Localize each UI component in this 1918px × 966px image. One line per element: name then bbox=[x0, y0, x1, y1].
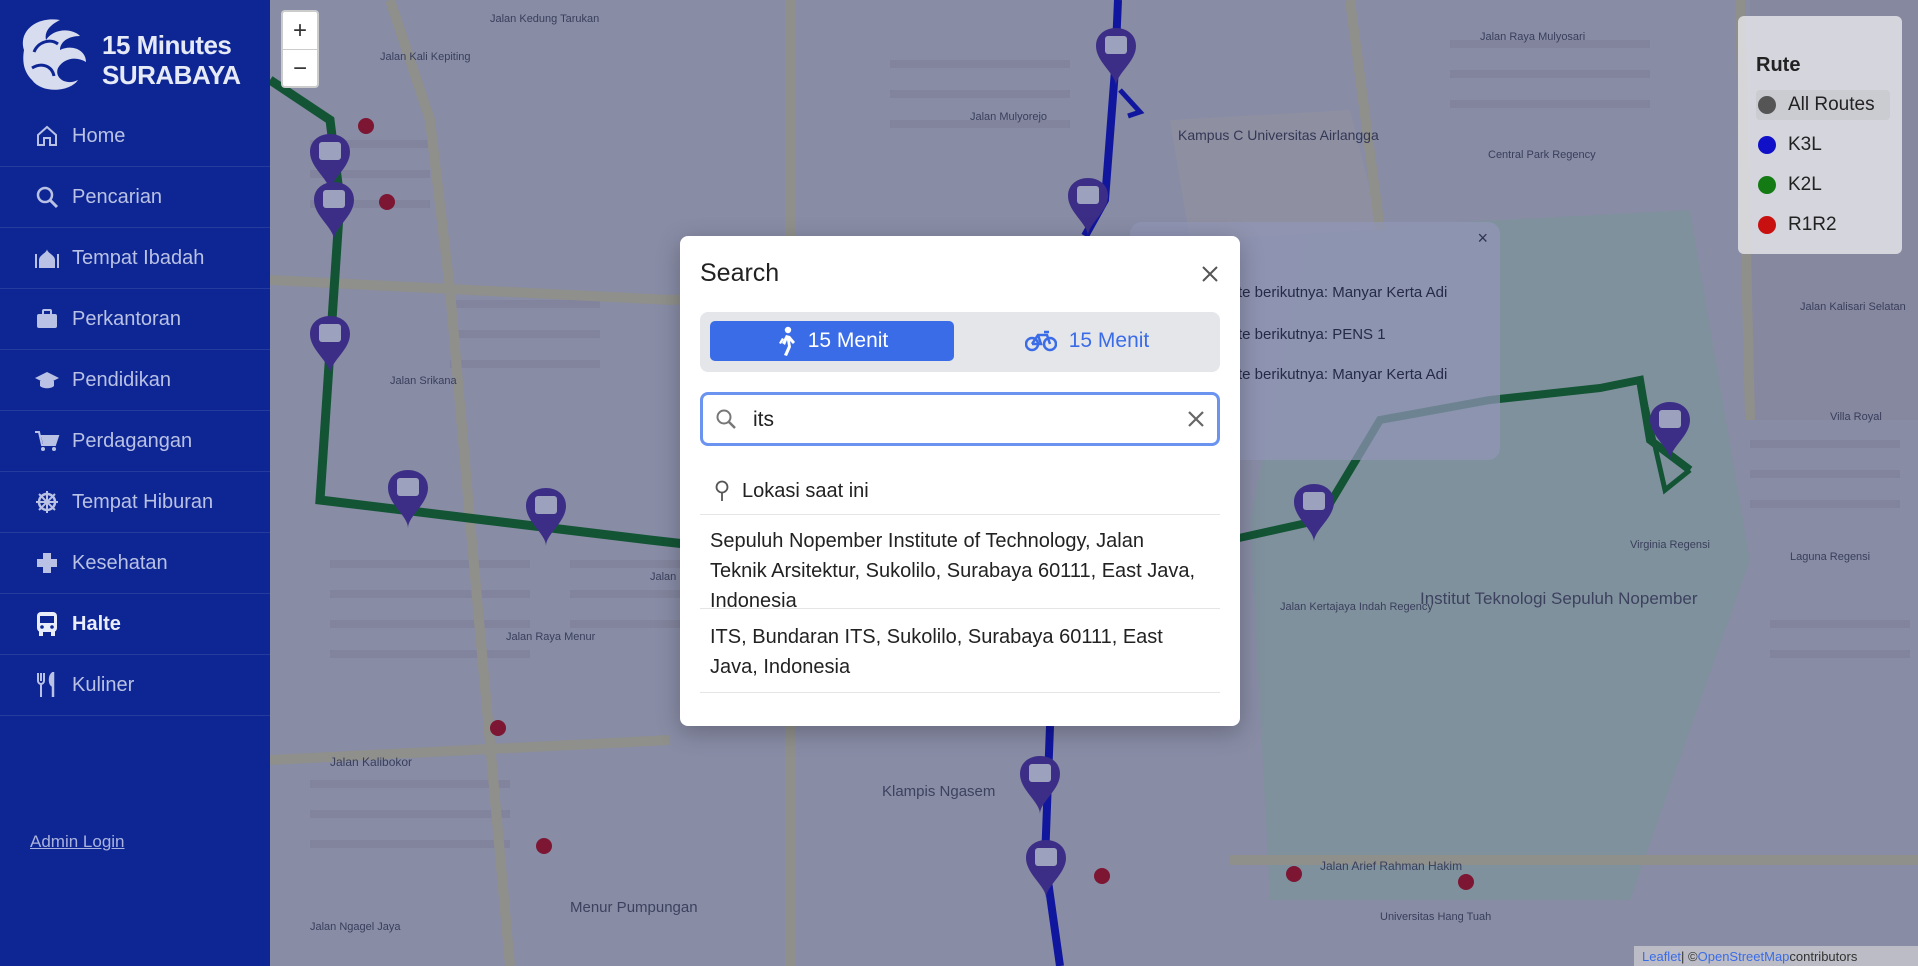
legend-item-label: All Routes bbox=[1788, 94, 1875, 115]
bus-icon bbox=[34, 611, 60, 637]
sidebar-item-label: Perkantoran bbox=[72, 307, 181, 330]
sidebar-item-label: Halte bbox=[72, 612, 121, 635]
search-icon bbox=[34, 184, 60, 210]
utensils-icon bbox=[34, 672, 60, 698]
sidebar-item-label: Pencarian bbox=[72, 185, 163, 208]
sidebar-item-label: Perdagangan bbox=[72, 429, 193, 452]
sidebar-item-label: Pendidikan bbox=[72, 368, 171, 391]
sidebar-item-home[interactable]: Home bbox=[0, 106, 270, 167]
admin-login-link[interactable]: Admin Login bbox=[30, 832, 125, 852]
walking-icon bbox=[778, 326, 795, 356]
bicycle-icon bbox=[1024, 330, 1057, 352]
walk-mode-button[interactable]: 15 Menit bbox=[710, 321, 954, 361]
route-legend: Rute All Routes K3L K2L R1R2 bbox=[1738, 16, 1902, 254]
sidebar-item-label: Tempat Hiburan bbox=[72, 490, 214, 513]
search-icon bbox=[716, 409, 736, 429]
suro-boyo-logo-icon bbox=[22, 19, 87, 90]
dharmachakra-icon bbox=[34, 489, 60, 515]
search-box bbox=[700, 392, 1220, 446]
graduation-cap-icon bbox=[34, 367, 60, 393]
close-icon[interactable] bbox=[1200, 264, 1220, 284]
sidebar: 15 Minutes SURABAYA Home Pencarian Tempa… bbox=[0, 0, 270, 966]
app-logo[interactable]: 15 Minutes SURABAYA bbox=[14, 10, 254, 94]
logo-line2: SURABAYA bbox=[102, 60, 241, 90]
current-location-label: Lokasi saat ini bbox=[742, 479, 869, 502]
sidebar-item-label: Kuliner bbox=[72, 673, 135, 696]
location-pin-icon bbox=[715, 480, 729, 501]
search-result-text: Sepuluh Nopember Institute of Technology… bbox=[710, 530, 1196, 612]
search-result-item[interactable]: ITS, Bundaran ITS, Sukolilo, Surabaya 60… bbox=[700, 622, 1220, 693]
route-color-dot bbox=[1758, 176, 1776, 194]
briefcase-icon bbox=[34, 306, 60, 332]
search-result-item[interactable]: Sepuluh Nopember Institute of Technology… bbox=[700, 526, 1220, 612]
sidebar-item-label: Tempat Ibadah bbox=[72, 246, 205, 269]
sidebar-item-tempat-hiburan[interactable]: Tempat Hiburan bbox=[0, 472, 270, 533]
search-result-text: ITS, Bundaran ITS, Sukolilo, Surabaya 60… bbox=[710, 626, 1163, 678]
travel-mode-toggle: 15 Menit 15 Menit bbox=[700, 312, 1220, 372]
legend-item-label: K2L bbox=[1788, 174, 1822, 195]
sidebar-nav: Home Pencarian Tempat Ibadah Perkantoran… bbox=[0, 106, 270, 716]
sidebar-item-kesehatan[interactable]: Kesehatan bbox=[0, 533, 270, 594]
sidebar-item-perdagangan[interactable]: Perdagangan bbox=[0, 411, 270, 472]
osm-link[interactable]: OpenStreetMap bbox=[1698, 949, 1790, 964]
legend-item-k2l[interactable]: K2L bbox=[1756, 170, 1890, 200]
walk-mode-label: 15 Menit bbox=[807, 329, 889, 352]
zoom-control: + − bbox=[281, 10, 319, 88]
cart-icon bbox=[34, 428, 60, 454]
medical-cross-icon bbox=[34, 550, 60, 576]
sidebar-item-label: Home bbox=[72, 124, 126, 147]
legend-item-k3l[interactable]: K3L bbox=[1756, 130, 1890, 160]
legend-item-r1r2[interactable]: R1R2 bbox=[1756, 210, 1890, 240]
sidebar-item-halte[interactable]: Halte bbox=[0, 594, 270, 655]
search-input[interactable] bbox=[751, 403, 1165, 437]
map-attribution: Leaflet | © OpenStreetMap contributors bbox=[1634, 946, 1918, 966]
legend-item-all-routes[interactable]: All Routes bbox=[1756, 90, 1890, 120]
home-icon bbox=[34, 123, 60, 149]
route-color-dot bbox=[1758, 96, 1776, 114]
sidebar-item-kuliner[interactable]: Kuliner bbox=[0, 655, 270, 716]
sidebar-item-perkantoran[interactable]: Perkantoran bbox=[0, 289, 270, 350]
sidebar-item-pencarian[interactable]: Pencarian bbox=[0, 167, 270, 228]
sidebar-item-label: Kesehatan bbox=[72, 551, 168, 574]
zoom-in-button[interactable]: + bbox=[283, 12, 317, 50]
modal-title: Search bbox=[700, 259, 780, 287]
bike-mode-label: 15 Menit bbox=[1068, 329, 1150, 352]
route-color-dot bbox=[1758, 136, 1776, 154]
attribution-separator: | © bbox=[1681, 948, 1698, 964]
bike-mode-button[interactable]: 15 Menit bbox=[962, 321, 1212, 361]
logo-line1: 15 Minutes bbox=[102, 30, 232, 60]
search-modal: Search 15 Menit 15 Menit Lokasi saat ini… bbox=[680, 236, 1240, 726]
sidebar-item-tempat-ibadah[interactable]: Tempat Ibadah bbox=[0, 228, 270, 289]
legend-item-label: K3L bbox=[1788, 134, 1822, 155]
current-location-option[interactable]: Lokasi saat ini bbox=[700, 468, 1220, 515]
leaflet-link[interactable]: Leaflet bbox=[1642, 949, 1681, 964]
zoom-out-button[interactable]: − bbox=[283, 50, 317, 87]
mosque-icon bbox=[34, 245, 60, 271]
sidebar-item-pendidikan[interactable]: Pendidikan bbox=[0, 350, 270, 411]
clear-search-icon[interactable] bbox=[1187, 410, 1205, 428]
legend-item-label: R1R2 bbox=[1788, 214, 1837, 235]
route-color-dot bbox=[1758, 216, 1776, 234]
legend-title: Rute bbox=[1756, 54, 1801, 76]
attribution-suffix: contributors bbox=[1789, 948, 1858, 964]
